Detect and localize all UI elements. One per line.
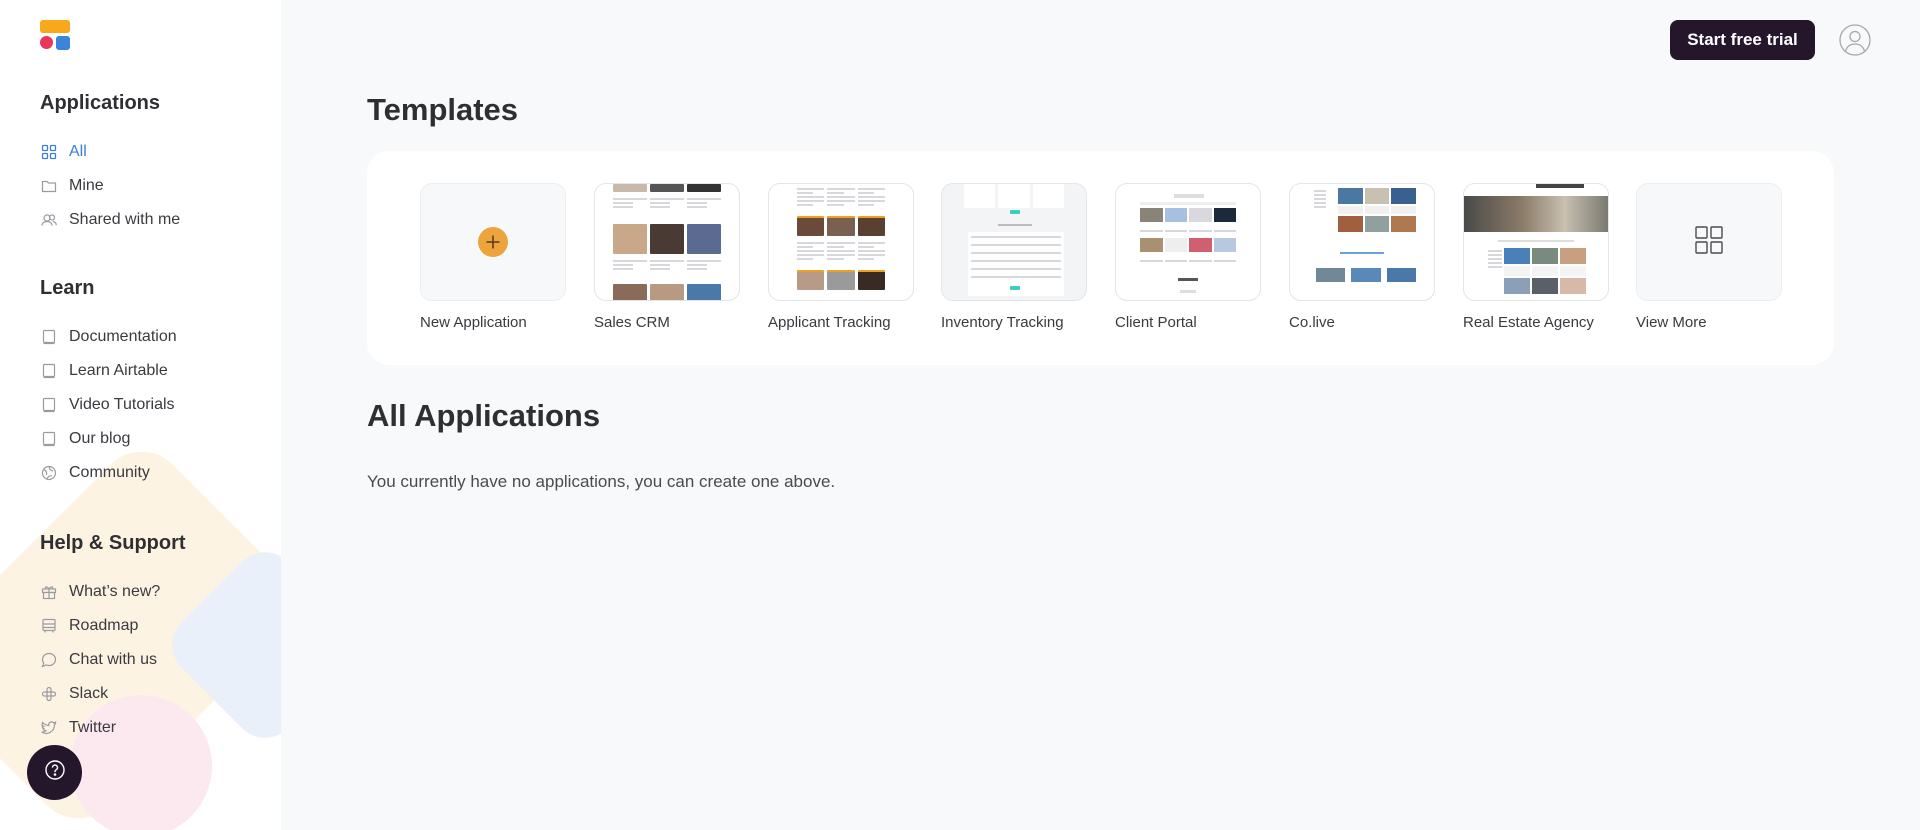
template-label: Co.live (1289, 314, 1335, 331)
template-thumbnail (1463, 183, 1609, 301)
template-label: Applicant Tracking (768, 314, 891, 331)
book-icon (40, 396, 58, 414)
sidebar-item-shared-with-me[interactable]: Shared with me (40, 203, 180, 237)
sidebar-item-label: What’s new? (69, 583, 161, 600)
book-icon (40, 430, 58, 448)
template-label: Inventory Tracking (941, 314, 1064, 331)
sidebar-item-label: All (69, 143, 87, 160)
logo-square (56, 36, 70, 50)
template-view-more[interactable]: View More (1636, 183, 1782, 331)
app-logo[interactable] (40, 20, 70, 50)
sidebar-item-label: Our blog (69, 430, 131, 447)
sidebar-item-video-tutorials[interactable]: Video Tutorials (40, 388, 177, 422)
sidebar-item-mine[interactable]: Mine (40, 169, 180, 203)
sidebar-item-chat-with-us[interactable]: Chat with us (40, 643, 186, 677)
sidebar-item-label: Documentation (69, 328, 177, 345)
start-free-trial-button[interactable]: Start free trial (1670, 20, 1815, 60)
sidebar-item-documentation[interactable]: Documentation (40, 320, 177, 354)
sidebar-item-label: Video Tutorials (69, 396, 175, 413)
sidebar-section-help-support: Help & Support What’s new? Roadmap Chat … (40, 532, 186, 745)
sidebar-item-label: Twitter (69, 719, 117, 736)
template-thumbnail (1115, 183, 1261, 301)
sidebar-item-community[interactable]: Community (40, 456, 177, 490)
client-portal-preview (1116, 184, 1260, 300)
sidebar-item-whats-new[interactable]: What’s new? (40, 575, 186, 609)
sidebar-section-title: Help & Support (40, 532, 186, 554)
sidebar-item-label: Community (69, 464, 150, 481)
template-thumbnail (1636, 183, 1782, 301)
empty-state-message: You currently have no applications, you … (367, 472, 836, 491)
templates-title: Templates (367, 92, 519, 127)
folder-icon (40, 177, 58, 195)
template-thumbnail (594, 183, 740, 301)
sidebar-item-label: Slack (69, 685, 109, 702)
template-new-application[interactable]: New Application (420, 183, 566, 331)
real-estate-agency-preview (1464, 184, 1608, 300)
template-thumbnail (941, 183, 1087, 301)
sidebar-item-label: Chat with us (69, 651, 158, 668)
colive-preview (1290, 184, 1434, 300)
template-label: View More (1636, 314, 1707, 331)
twitter-icon (40, 719, 58, 737)
bus-icon (40, 617, 58, 635)
template-real-estate-agency[interactable]: Real Estate Agency (1463, 183, 1609, 331)
sidebar-item-all[interactable]: All (40, 135, 180, 169)
inventory-tracking-preview (942, 184, 1086, 300)
template-thumbnail (420, 183, 566, 301)
template-sales-crm[interactable]: Sales CRM (594, 183, 740, 331)
chat-bubble-icon (40, 651, 58, 669)
grid-icon (40, 143, 58, 161)
sidebar-item-slack[interactable]: Slack (40, 677, 186, 711)
globe-icon (40, 464, 58, 482)
template-applicant-tracking[interactable]: Applicant Tracking (768, 183, 914, 331)
book-icon (40, 328, 58, 346)
template-label: New Application (420, 314, 527, 331)
sidebar-section-applications: Applications All Mine Shared with me (40, 92, 180, 237)
sidebar: Applications All Mine Shared with me Lea… (0, 0, 281, 830)
template-label: Real Estate Agency (1463, 314, 1594, 331)
sales-crm-preview (595, 184, 739, 300)
template-thumbnail (1289, 183, 1435, 301)
templates-panel: New Application Sales CRM Applicant Trac… (367, 151, 1834, 365)
sidebar-item-our-blog[interactable]: Our blog (40, 422, 177, 456)
plus-icon (478, 227, 508, 257)
book-icon (40, 362, 58, 380)
sidebar-item-label: Shared with me (69, 211, 181, 228)
slack-icon (40, 685, 58, 703)
grid-icon (1695, 225, 1723, 259)
template-label: Client Portal (1115, 314, 1197, 331)
template-colive[interactable]: Co.live (1289, 183, 1435, 331)
user-avatar-icon[interactable] (1839, 24, 1871, 56)
sidebar-section-title: Learn (40, 277, 95, 299)
sidebar-section-learn: Learn Documentation Learn Airtable Video… (40, 277, 177, 490)
gift-icon (40, 583, 58, 601)
template-inventory-tracking[interactable]: Inventory Tracking (941, 183, 1087, 331)
sidebar-item-twitter[interactable]: Twitter (40, 711, 186, 745)
sidebar-item-label: Learn Airtable (69, 362, 168, 379)
logo-dot (40, 36, 53, 49)
sidebar-section-title: Applications (40, 92, 161, 114)
logo-bar (40, 20, 70, 33)
all-applications-title: All Applications (367, 398, 601, 433)
applicant-tracking-preview (769, 184, 913, 300)
sidebar-item-roadmap[interactable]: Roadmap (40, 609, 186, 643)
question-mark-icon (44, 759, 66, 786)
users-icon (40, 211, 58, 229)
help-button[interactable] (27, 745, 82, 800)
template-client-portal[interactable]: Client Portal (1115, 183, 1261, 331)
sidebar-item-learn-airtable[interactable]: Learn Airtable (40, 354, 177, 388)
template-label: Sales CRM (594, 314, 670, 331)
template-thumbnail (768, 183, 914, 301)
sidebar-item-label: Roadmap (69, 617, 139, 634)
sidebar-item-label: Mine (69, 177, 104, 194)
